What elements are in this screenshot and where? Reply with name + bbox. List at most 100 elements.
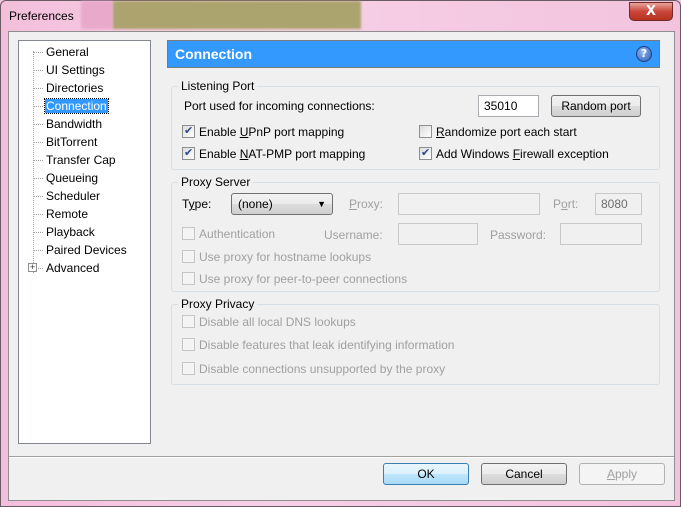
cancel-button[interactable]: Cancel — [481, 463, 567, 485]
password-input[interactable] — [560, 223, 642, 245]
label-part: Enable — [199, 125, 240, 139]
authentication-checkbox[interactable] — [182, 227, 195, 240]
tree-item-directories[interactable]: Directories — [33, 80, 104, 97]
ok-button[interactable]: OK — [383, 463, 469, 485]
disable-leak-checkbox[interactable] — [182, 338, 195, 351]
randomize-port-checkbox[interactable] — [419, 125, 432, 138]
disable-leak-checkbox-row[interactable]: Disable features that leak identifying i… — [182, 338, 454, 352]
tree-item-bandwidth[interactable]: Bandwidth — [33, 116, 103, 133]
tree-item-paired-devices[interactable]: Paired Devices — [33, 242, 128, 259]
tree-item-label: BitTorrent — [46, 135, 98, 149]
port-label: Port used for incoming connections: — [184, 99, 375, 113]
disable-unsupported-checkbox-row[interactable]: Disable connections unsupported by the p… — [182, 362, 445, 376]
tree-item-remote[interactable]: Remote — [33, 206, 89, 223]
label-part: Use proxy for hostname lookups — [199, 250, 372, 264]
disable-dns-checkbox-row[interactable]: Disable all local DNS lookups — [182, 315, 356, 329]
tree-item-label: Directories — [46, 81, 104, 95]
proxy-type-select[interactable]: (none) ▼ — [231, 193, 333, 215]
access-key: R — [436, 125, 445, 139]
help-icon[interactable]: ? — [636, 46, 652, 62]
expand-plus-icon[interactable]: + — [28, 263, 37, 272]
upnp-checkbox[interactable] — [182, 124, 195, 138]
access-key: o — [561, 197, 568, 211]
tree-item-playback[interactable]: Playback — [33, 224, 96, 241]
page-title: Connection — [175, 46, 252, 62]
disable-dns-checkbox[interactable] — [182, 315, 195, 328]
tree-item-label: General — [46, 45, 89, 59]
tree-item-label: Advanced — [46, 261, 100, 275]
tree-item-label: Transfer Cap — [46, 153, 116, 167]
tree-item-label: Queueing — [46, 171, 99, 185]
page-header: Connection ? — [167, 40, 660, 68]
group-title: Proxy Privacy — [178, 297, 258, 311]
tree-item-label: Remote — [46, 207, 89, 221]
password-label: Password: — [490, 228, 547, 242]
p2p-connections-checkbox[interactable] — [182, 272, 195, 285]
username-label: Username: — [324, 228, 383, 242]
label-part: T — [182, 197, 189, 211]
proxy-port-label: Port: — [553, 197, 578, 211]
authentication-checkbox-row[interactable]: Authentication — [182, 227, 275, 241]
tree-item-queueing[interactable]: Queueing — [33, 170, 99, 187]
label-part: pply — [615, 467, 638, 481]
proxy-input[interactable] — [398, 193, 540, 215]
disable-unsupported-checkbox[interactable] — [182, 362, 195, 375]
dropdown-arrow-icon: ▼ — [317, 199, 326, 209]
label-part: Disable connections unsupported by the p… — [199, 362, 446, 376]
firewall-checkbox[interactable] — [419, 146, 432, 160]
tree-item-general[interactable]: General — [33, 44, 90, 61]
label-part: Use proxy for peer-to-peer connections — [199, 272, 408, 286]
p2p-checkbox-row[interactable]: Use proxy for peer-to-peer connections — [182, 272, 407, 286]
tree-item-bittorrent[interactable]: BitTorrent — [33, 134, 98, 151]
firewall-checkbox-row[interactable]: Add Windows Firewall exception — [419, 146, 609, 161]
label-part: Disable features that leak identifying i… — [199, 338, 455, 352]
tree-item-connection[interactable]: Connection — [33, 98, 109, 115]
tree-item-advanced[interactable]: + Advanced — [28, 260, 100, 277]
footer-divider — [9, 456, 674, 458]
access-key: P — [349, 197, 358, 211]
port-input[interactable] — [478, 95, 539, 117]
proxy-type-value: (none) — [238, 197, 273, 211]
natpmp-checkbox[interactable] — [182, 146, 195, 160]
group-title: Proxy Server — [178, 175, 254, 189]
background-decoration — [81, 1, 113, 29]
tree-item-label: Paired Devices — [46, 243, 127, 257]
close-button[interactable]: X — [629, 2, 673, 21]
tree-item-label: UI Settings — [46, 63, 105, 77]
tree-item-scheduler[interactable]: Scheduler — [33, 188, 101, 205]
label-part: Add Windows — [436, 147, 513, 161]
preferences-window: Preferences X General UI Settings Direct… — [0, 0, 681, 507]
label-part: pe: — [194, 197, 212, 211]
natpmp-checkbox-row[interactable]: Enable NAT-PMP port mapping — [182, 146, 365, 161]
type-label: Type: — [182, 197, 211, 211]
label-part: irewall exception — [520, 147, 609, 161]
label-part: Enable — [199, 147, 240, 161]
random-port-button[interactable]: Random port — [551, 95, 641, 117]
tree-item-label: Scheduler — [46, 189, 101, 203]
tree-item-transfer-cap[interactable]: Transfer Cap — [33, 152, 117, 169]
label-part: Disable all local DNS lookups — [199, 315, 356, 329]
tree-item-ui-settings[interactable]: UI Settings — [33, 62, 106, 79]
randomize-checkbox-row[interactable]: Randomize port each start — [419, 125, 577, 139]
group-title: Listening Port — [178, 79, 258, 93]
access-key: A — [606, 467, 615, 481]
hostname-lookups-checkbox-row[interactable]: Use proxy for hostname lookups — [182, 250, 371, 264]
username-input[interactable] — [398, 223, 478, 245]
hostname-lookups-checkbox[interactable] — [182, 250, 195, 263]
preferences-tree[interactable]: General UI Settings Directories Connecti… — [18, 40, 151, 444]
dialog-client: General UI Settings Directories Connecti… — [8, 31, 675, 501]
apply-button[interactable]: Apply — [579, 463, 665, 485]
label-part: andomize port each start — [444, 125, 577, 139]
proxy-port-input[interactable] — [595, 193, 642, 215]
tree-item-label: Connection — [44, 98, 109, 114]
upnp-checkbox-row[interactable]: Enable UPnP port mapping — [182, 124, 345, 139]
proxy-label: Proxy: — [349, 197, 383, 211]
tree-item-label: Playback — [46, 225, 95, 239]
close-icon: X — [645, 4, 657, 19]
window-title: Preferences — [9, 9, 74, 23]
label-part: PnP port mapping — [248, 125, 345, 139]
label-part: rt: — [567, 197, 579, 211]
label-part: roxy: — [357, 197, 384, 211]
label-part: P — [553, 197, 562, 211]
access-key: F — [512, 147, 521, 161]
